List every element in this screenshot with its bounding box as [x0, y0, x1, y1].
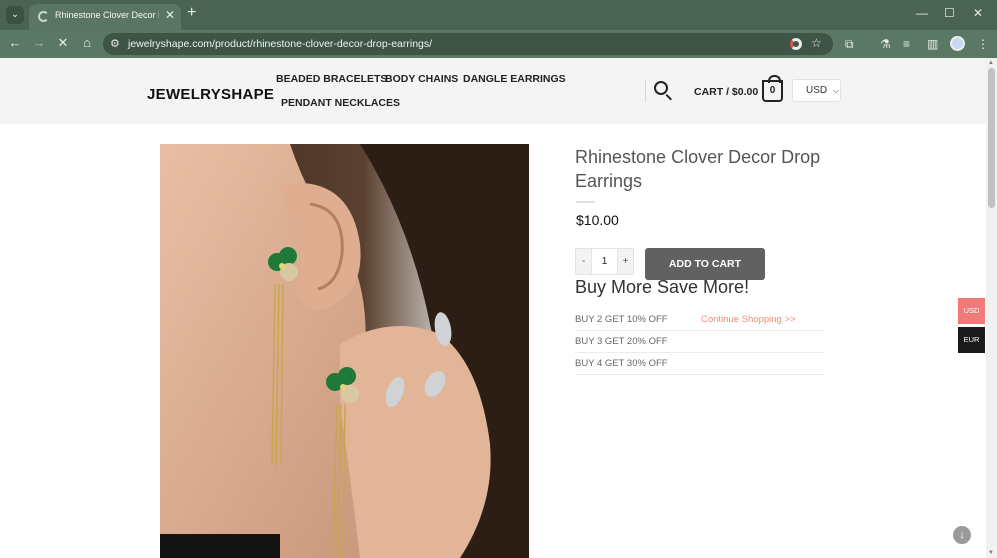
title-divider [576, 201, 595, 203]
currency-select-value: USD [806, 85, 828, 96]
tab-list-icon[interactable]: ⌄ [6, 6, 24, 24]
qty-input[interactable]: 1 [592, 249, 617, 274]
earring-photo-illustration [160, 144, 529, 558]
floating-widget-icon[interactable]: ↓ [953, 526, 971, 544]
add-to-cart-button[interactable]: ADD TO CART [645, 248, 765, 280]
site-info-icon[interactable]: ⚙ [110, 37, 120, 50]
continue-shopping-link[interactable]: Continue Shopping >> [701, 309, 796, 331]
page-scrollbar[interactable]: ▲ ▼ [986, 58, 997, 558]
sidepanel-icon[interactable]: ▥ [927, 37, 938, 51]
scroll-up-icon[interactable]: ▲ [988, 60, 994, 66]
site-logo[interactable]: JEWELRYSHAPE [147, 86, 274, 103]
chevron-down-icon: ⌵ [832, 86, 839, 95]
close-window-button[interactable]: ✕ [973, 6, 983, 20]
tab-close-icon[interactable]: ✕ [165, 8, 175, 22]
new-tab-button[interactable]: + [187, 4, 196, 22]
nav-pendant-necklaces[interactable]: PENDANT NECKLACES [281, 97, 400, 109]
currency-usd-button[interactable]: USD [958, 298, 985, 324]
loading-spinner-icon [38, 11, 49, 22]
maximize-button[interactable]: ☐ [944, 6, 955, 20]
product-price: $10.00 [576, 212, 619, 228]
home-button[interactable]: ⌂ [78, 35, 96, 50]
offer-text: BUY 2 GET 10% OFF [575, 314, 668, 325]
media-icon[interactable]: ≡ [903, 37, 910, 51]
offer-text: BUY 4 GET 30% OFF [575, 358, 668, 369]
stop-loading-button[interactable]: ✕ [54, 35, 72, 51]
back-button[interactable]: ← [6, 35, 24, 50]
nav-body-chains[interactable]: BODY CHAINS [385, 73, 458, 85]
labs-icon[interactable]: ⚗ [880, 37, 891, 51]
currency-select[interactable]: USD ⌵ [792, 79, 841, 102]
search-icon[interactable] [654, 81, 668, 95]
tab-title: Rhinestone Clover Decor Drop Earrings [55, 10, 159, 20]
offer-row: BUY 4 GET 30% OFF [575, 353, 824, 375]
forward-button[interactable]: → [30, 35, 48, 50]
offer-row: BUY 3 GET 20% OFF [575, 331, 824, 353]
extensions-icon[interactable]: ⧉ [845, 37, 854, 52]
cart-link[interactable]: CART / $0.00 [694, 86, 758, 98]
browser-toolbar: ← → ✕ ⌂ ⚙ jewelryshape.com/product/rhine… [0, 30, 997, 58]
menu-icon[interactable]: ⋮ [977, 37, 989, 51]
scroll-thumb[interactable] [988, 68, 995, 208]
scroll-down-icon[interactable]: ▼ [988, 550, 994, 556]
browser-tab-bar: ⌄ Rhinestone Clover Decor Drop Earrings … [0, 0, 997, 30]
address-bar[interactable]: ⚙ jewelryshape.com/product/rhinestone-cl… [103, 33, 833, 55]
nav-beaded-bracelets[interactable]: BEADED BRACELETS [276, 73, 387, 85]
minimize-button[interactable]: — [916, 6, 928, 20]
browser-tab[interactable]: Rhinestone Clover Decor Drop Earrings ✕ [29, 4, 181, 30]
site-header: JEWELRYSHAPE BEADED BRACELETS BODY CHAIN… [0, 58, 986, 124]
promo-heading: Buy More Save More! [575, 277, 750, 297]
cart-count-badge[interactable]: 0 [762, 75, 783, 102]
url-text[interactable]: jewelryshape.com/product/rhinestone-clov… [128, 38, 432, 50]
qty-increase-button[interactable]: + [617, 249, 633, 274]
bookmark-star-icon[interactable]: ☆ [811, 36, 822, 50]
product-title: Rhinestone Clover Decor Drop Earrings [575, 147, 821, 191]
product-photo[interactable] [160, 144, 529, 558]
nav-dangle-earrings[interactable]: DANGLE EARRINGS [463, 73, 566, 85]
profile-icon[interactable] [950, 36, 965, 51]
currency-eur-button[interactable]: EUR [958, 327, 985, 353]
offer-text: BUY 3 GET 20% OFF [575, 336, 668, 347]
header-divider [645, 80, 646, 102]
qty-decrease-button[interactable]: - [576, 249, 592, 274]
offer-row: BUY 2 GET 10% OFF Continue Shopping >> [575, 309, 824, 331]
quantity-stepper: - 1 + [575, 248, 634, 275]
google-lens-icon[interactable] [790, 38, 802, 50]
